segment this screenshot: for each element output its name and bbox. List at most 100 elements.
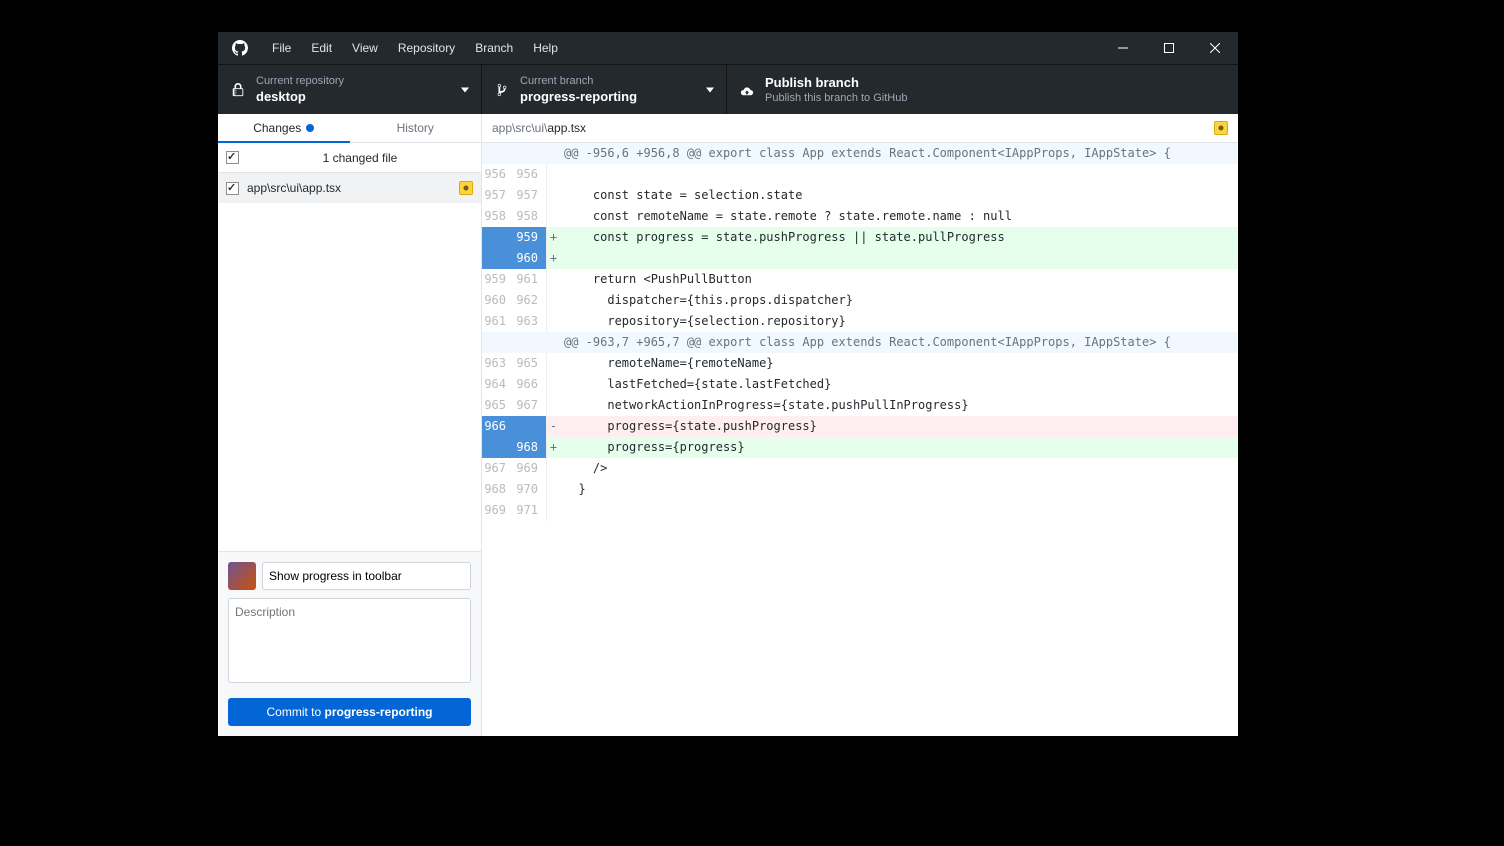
current-repository-dropdown[interactable]: Current repository desktop	[218, 65, 482, 114]
diff-code: @@ -956,6 +956,8 @@ export class App ext…	[560, 143, 1238, 164]
diff-marker	[546, 479, 560, 500]
line-number-new: 965	[514, 353, 546, 374]
diff-code: repository={selection.repository}	[560, 311, 1238, 332]
commit-button[interactable]: Commit to progress-reporting	[228, 698, 471, 726]
line-number-old: 959	[482, 269, 514, 290]
line-number-old	[482, 437, 514, 458]
line-number-old	[482, 227, 514, 248]
diff-line[interactable]: 965967 networkActionInProgress={state.pu…	[482, 395, 1238, 416]
diff-line[interactable]: 967969 />	[482, 458, 1238, 479]
menu-repository[interactable]: Repository	[388, 32, 465, 64]
tab-changes[interactable]: Changes	[218, 114, 350, 143]
lock-icon	[230, 83, 246, 97]
diff-line[interactable]: 966 - progress={state.pushProgress}	[482, 416, 1238, 437]
sidebar-tabs: Changes History	[218, 114, 481, 143]
diff-body[interactable]: @@ -956,6 +956,8 @@ export class App ext…	[482, 143, 1238, 736]
avatar	[228, 562, 256, 590]
line-number-old: 963	[482, 353, 514, 374]
changed-files-count: 1 changed file	[247, 151, 473, 165]
commit-description-input[interactable]	[228, 598, 471, 683]
diff-path-file: app.tsx	[547, 121, 586, 135]
line-number-new	[514, 416, 546, 437]
current-branch-dropdown[interactable]: Current branch progress-reporting	[482, 65, 727, 114]
repo-name: desktop	[256, 88, 344, 105]
commit-button-branch: progress-reporting	[325, 705, 433, 719]
diff-code	[560, 164, 1238, 185]
menu-view[interactable]: View	[342, 32, 388, 64]
diff-marker	[546, 395, 560, 416]
menu-help[interactable]: Help	[523, 32, 568, 64]
line-number-old: 967	[482, 458, 514, 479]
diff-line[interactable]: 959961 return <PushPullButton	[482, 269, 1238, 290]
chevron-down-icon	[706, 87, 714, 92]
diff-line[interactable]: 963965 remoteName={remoteName}	[482, 353, 1238, 374]
diff-code: progress={progress}	[560, 437, 1238, 458]
line-number-new: 961	[514, 269, 546, 290]
line-number-new: 958	[514, 206, 546, 227]
diff-code: dispatcher={this.props.dispatcher}	[560, 290, 1238, 311]
diff-code: progress={state.pushProgress}	[560, 416, 1238, 437]
diff-marker	[546, 269, 560, 290]
publish-branch-button[interactable]: Publish branch Publish this branch to Gi…	[727, 65, 972, 114]
line-number-old: 957	[482, 185, 514, 206]
diff-line[interactable]: @@ -956,6 +956,8 @@ export class App ext…	[482, 143, 1238, 164]
changed-file-row[interactable]: app\src\ui\app.tsx	[218, 173, 481, 203]
window-maximize-button[interactable]	[1146, 32, 1192, 64]
titlebar: File Edit View Repository Branch Help	[218, 32, 1238, 64]
diff-path-prefix: app\src\ui\	[492, 121, 547, 135]
toolbar: Current repository desktop Current branc…	[218, 64, 1238, 114]
tab-history[interactable]: History	[350, 114, 482, 143]
diff-marker	[546, 185, 560, 206]
window-close-button[interactable]	[1192, 32, 1238, 64]
diff-marker	[546, 353, 560, 374]
cloud-upload-icon	[739, 83, 755, 97]
diff-marker	[546, 206, 560, 227]
diff-code: const remoteName = state.remote ? state.…	[560, 206, 1238, 227]
diff-line[interactable]: @@ -963,7 +965,7 @@ export class App ext…	[482, 332, 1238, 353]
diff-line[interactable]: 968+ progress={progress}	[482, 437, 1238, 458]
select-all-checkbox[interactable]	[226, 151, 239, 164]
diff-code	[560, 500, 1238, 521]
diff-code: />	[560, 458, 1238, 479]
diff-line[interactable]: 960962 dispatcher={this.props.dispatcher…	[482, 290, 1238, 311]
diff-line[interactable]: 960+	[482, 248, 1238, 269]
branch-name: progress-reporting	[520, 88, 637, 105]
line-number-new	[514, 332, 546, 353]
menu-edit[interactable]: Edit	[301, 32, 342, 64]
diff-marker	[546, 374, 560, 395]
github-logo-icon	[218, 40, 262, 56]
file-include-checkbox[interactable]	[226, 182, 239, 195]
diff-code	[560, 248, 1238, 269]
diff-line[interactable]: 957957 const state = selection.state	[482, 185, 1238, 206]
line-number-new: 967	[514, 395, 546, 416]
diff-line[interactable]: 968970 }	[482, 479, 1238, 500]
line-number-new: 960	[514, 248, 546, 269]
branch-label: Current branch	[520, 74, 637, 88]
line-number-old	[482, 143, 514, 164]
diff-code: @@ -963,7 +965,7 @@ export class App ext…	[560, 332, 1238, 353]
diff-line[interactable]: 961963 repository={selection.repository}	[482, 311, 1238, 332]
line-number-old: 965	[482, 395, 514, 416]
tab-changes-label: Changes	[253, 121, 301, 135]
menu-file[interactable]: File	[262, 32, 301, 64]
line-number-new: 971	[514, 500, 546, 521]
line-number-old: 956	[482, 164, 514, 185]
menu-branch[interactable]: Branch	[465, 32, 523, 64]
window-minimize-button[interactable]	[1100, 32, 1146, 64]
diff-line[interactable]: 959+ const progress = state.pushProgress…	[482, 227, 1238, 248]
diff-line[interactable]: 958958 const remoteName = state.remote ?…	[482, 206, 1238, 227]
diff-line[interactable]: 964966 lastFetched={state.lastFetched}	[482, 374, 1238, 395]
app-window: File Edit View Repository Branch Help Cu…	[218, 32, 1238, 736]
diff-code: remoteName={remoteName}	[560, 353, 1238, 374]
diff-code: const progress = state.pushProgress || s…	[560, 227, 1238, 248]
changes-header: 1 changed file	[218, 143, 481, 173]
diff-line[interactable]: 969971	[482, 500, 1238, 521]
diff-code: return <PushPullButton	[560, 269, 1238, 290]
diff-line[interactable]: 956956	[482, 164, 1238, 185]
diff-header: app\src\ui\app.tsx	[482, 114, 1238, 143]
publish-title: Publish branch	[765, 74, 907, 91]
commit-summary-input[interactable]	[262, 562, 471, 590]
chevron-down-icon	[461, 87, 469, 92]
line-number-old: 968	[482, 479, 514, 500]
line-number-new: 966	[514, 374, 546, 395]
